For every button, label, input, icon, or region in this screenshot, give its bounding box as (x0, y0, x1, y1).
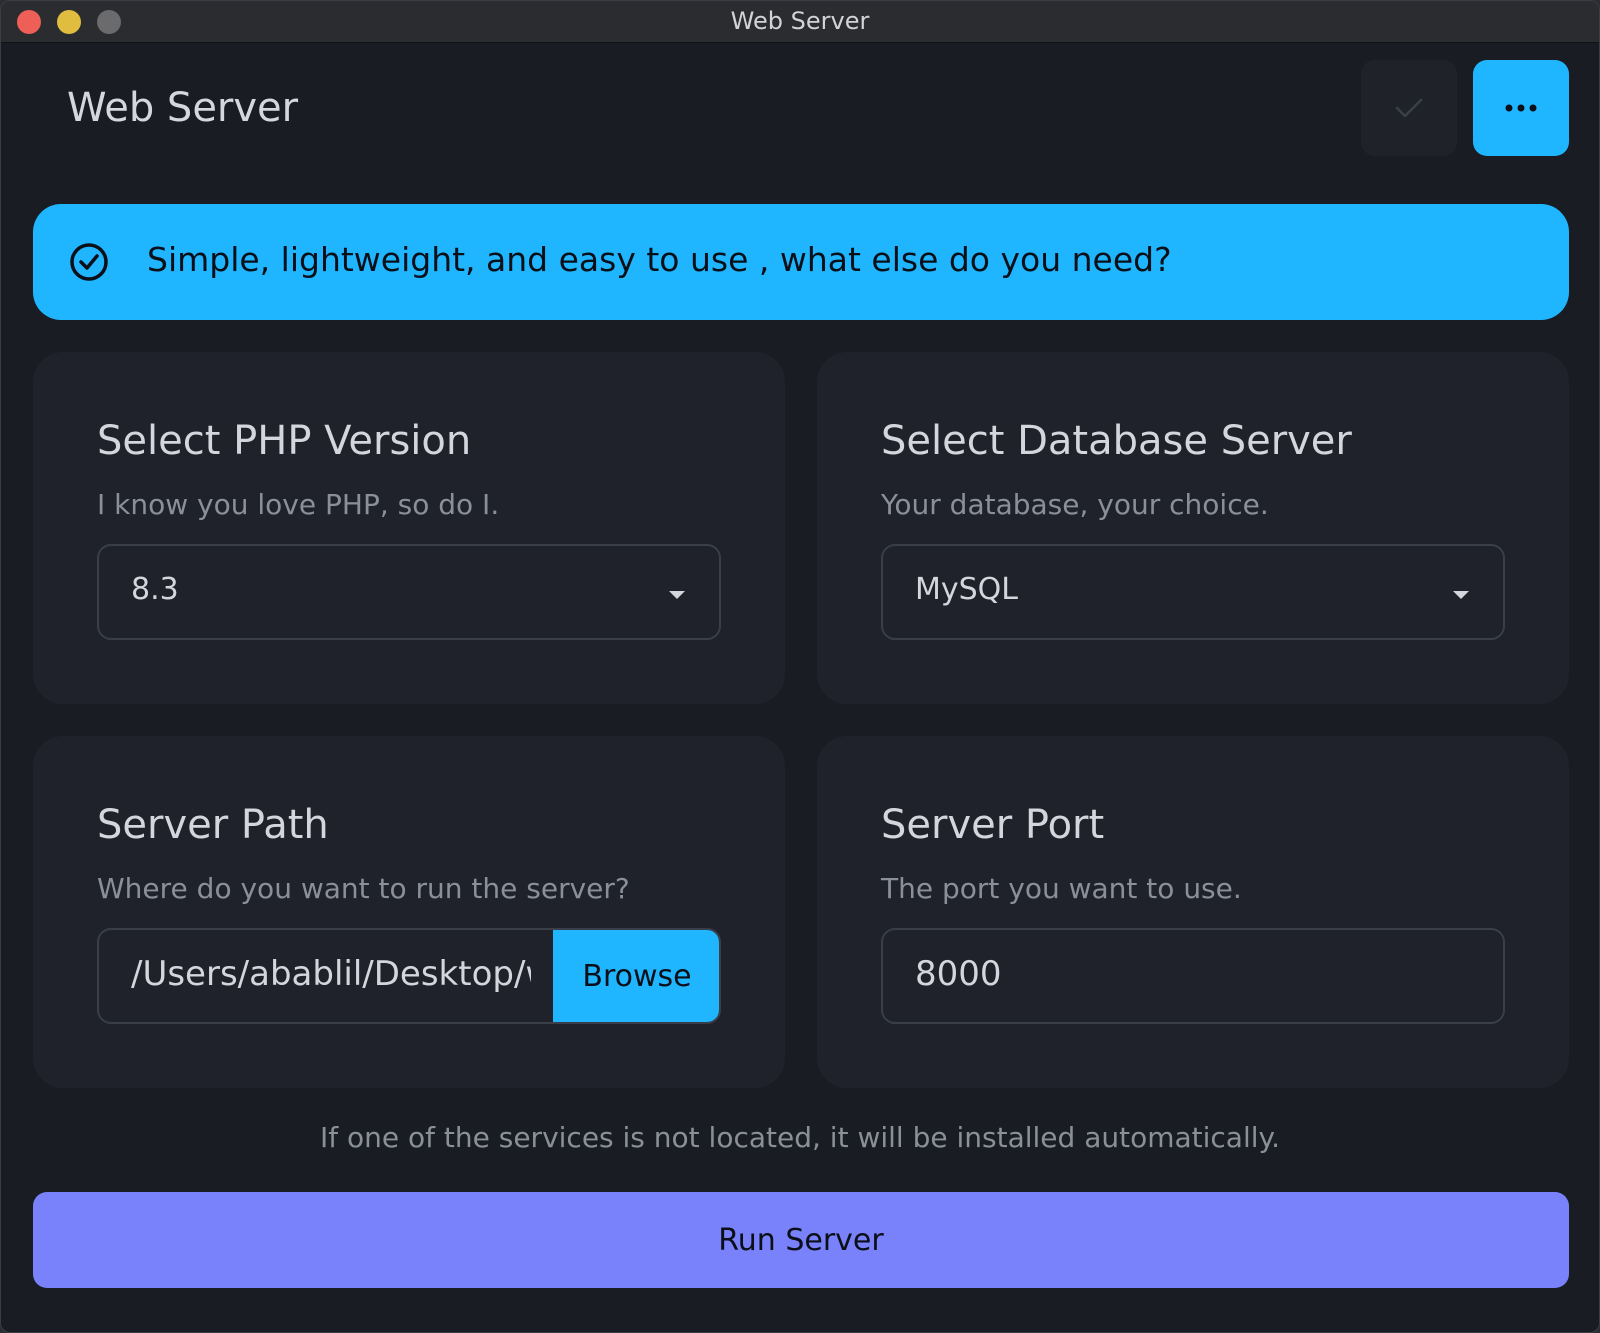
server-path-input[interactable]: /Users/abablil/Desktop/www (131, 954, 531, 994)
card-title: Select PHP Version (97, 418, 472, 464)
title-bar: Web Server (1, 1, 1599, 43)
server-path-group: /Users/abablil/Desktop/www Browse (97, 928, 721, 1024)
app-window: Web Server Web Server Simple, lightweigh… (0, 0, 1600, 1333)
ellipsis-icon (1505, 104, 1537, 112)
banner-text: Simple, lightweight, and easy to use , w… (147, 240, 1172, 279)
card-subtitle: The port you want to use. (881, 872, 1242, 905)
browse-button[interactable]: Browse (553, 930, 719, 1022)
card-title: Server Port (881, 802, 1105, 848)
info-banner: Simple, lightweight, and easy to use , w… (33, 204, 1569, 320)
window-title: Web Server (730, 7, 870, 35)
check-circle-icon (70, 243, 108, 281)
page-title: Web Server (67, 85, 299, 131)
database-select[interactable]: MySQL (881, 544, 1505, 640)
server-port-card: Server Port The port you want to use. 80… (817, 736, 1569, 1088)
server-path-card: Server Path Where do you want to run the… (33, 736, 785, 1088)
port-value: 8000 (915, 954, 1002, 994)
server-port-input[interactable]: 8000 (881, 928, 1505, 1024)
auto-install-note: If one of the services is not located, i… (319, 1121, 1280, 1154)
check-button[interactable] (1361, 60, 1457, 156)
card-subtitle: I know you love PHP, so do I. (97, 488, 500, 521)
database-server-card: Select Database Server Your database, yo… (817, 352, 1569, 704)
php-version-card: Select PHP Version I know you love PHP, … (33, 352, 785, 704)
caret-down-icon (669, 591, 685, 599)
php-version-select[interactable]: 8.3 (97, 544, 721, 640)
caret-down-icon (1453, 591, 1469, 599)
card-subtitle: Your database, your choice. (881, 488, 1269, 521)
check-icon (1395, 98, 1423, 118)
run-server-button[interactable]: Run Server (33, 1192, 1569, 1288)
card-subtitle: Where do you want to run the server? (97, 872, 630, 905)
more-options-button[interactable] (1473, 60, 1569, 156)
card-title: Select Database Server (881, 418, 1352, 464)
select-value: 8.3 (131, 572, 179, 607)
select-value: MySQL (915, 572, 1019, 607)
card-title: Server Path (97, 802, 329, 848)
